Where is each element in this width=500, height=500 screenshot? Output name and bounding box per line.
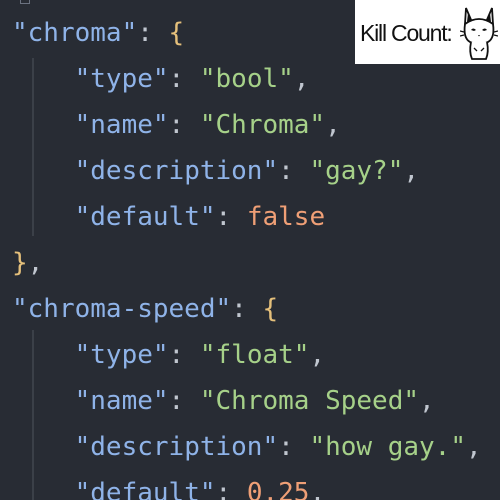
token-str: "bool" — [199, 64, 294, 94]
kill-count-label: Kill Count: — [360, 19, 453, 46]
token-punc: : — [278, 156, 310, 186]
token-key: "default" — [74, 478, 216, 500]
token-key: "default" — [74, 202, 216, 232]
token-key: "type" — [74, 340, 169, 370]
code-line[interactable]: }, — [12, 240, 43, 286]
token-key: "name" — [74, 386, 169, 416]
token-str: "Chroma Speed" — [199, 386, 420, 416]
token-str: "float" — [199, 340, 310, 370]
token-punc: , — [419, 386, 435, 416]
code-editor[interactable]: "chroma": { "type": "bool", "name": "Chr… — [0, 0, 500, 500]
token-key: "chroma-speed" — [12, 294, 232, 324]
code-line[interactable]: "description": "how gay.", — [12, 424, 482, 470]
code-line[interactable]: "description": "gay?", — [12, 148, 419, 194]
token-punc: , — [325, 110, 341, 140]
token-punc: , — [403, 156, 420, 186]
token-brace: { — [168, 18, 185, 48]
code-line[interactable]: "default": false — [12, 194, 325, 240]
token-key: "chroma" — [12, 18, 138, 48]
code-line[interactable]: "default": 0.25, — [12, 470, 325, 500]
token-punc: , — [309, 478, 326, 500]
token-key: "description" — [74, 432, 279, 462]
token-key: "type" — [74, 64, 169, 94]
code-line[interactable]: "chroma-speed": { — [12, 286, 278, 332]
token-punc: : — [137, 18, 169, 48]
token-key: "name" — [74, 110, 169, 140]
code-line[interactable]: "type": "bool", — [12, 56, 310, 102]
token-str: "Chroma" — [199, 110, 326, 140]
code-line[interactable]: "chroma": { — [12, 10, 184, 56]
token-num: 0.25 — [246, 478, 310, 500]
code-line[interactable]: "type": "float", — [12, 332, 325, 378]
token-key: "description" — [74, 156, 279, 186]
gutter-marker-icon — [20, 0, 30, 4]
token-punc: : — [168, 386, 200, 416]
token-punc: : — [168, 110, 200, 140]
token-punc: : — [278, 432, 310, 462]
token-punc: , — [309, 340, 326, 370]
cat-icon — [460, 7, 498, 60]
token-punc: : — [215, 202, 247, 232]
token-str: "how gay." — [309, 432, 466, 462]
token-punc: : — [215, 478, 247, 500]
token-bool: false — [246, 202, 326, 232]
kill-count-sticker: Kill Count: — [355, 0, 500, 64]
token-str: "gay?" — [309, 156, 404, 186]
token-punc: : — [231, 294, 263, 324]
code-line[interactable]: "name": "Chroma Speed", — [12, 378, 435, 424]
token-punc: : — [168, 64, 200, 94]
token-brace: } — [12, 248, 28, 278]
token-punc: , — [27, 248, 44, 278]
token-punc: , — [293, 64, 310, 94]
token-punc: : — [168, 340, 200, 370]
token-punc: , — [465, 432, 482, 462]
token-brace: { — [262, 294, 279, 324]
code-line[interactable]: "name": "Chroma", — [12, 102, 341, 148]
